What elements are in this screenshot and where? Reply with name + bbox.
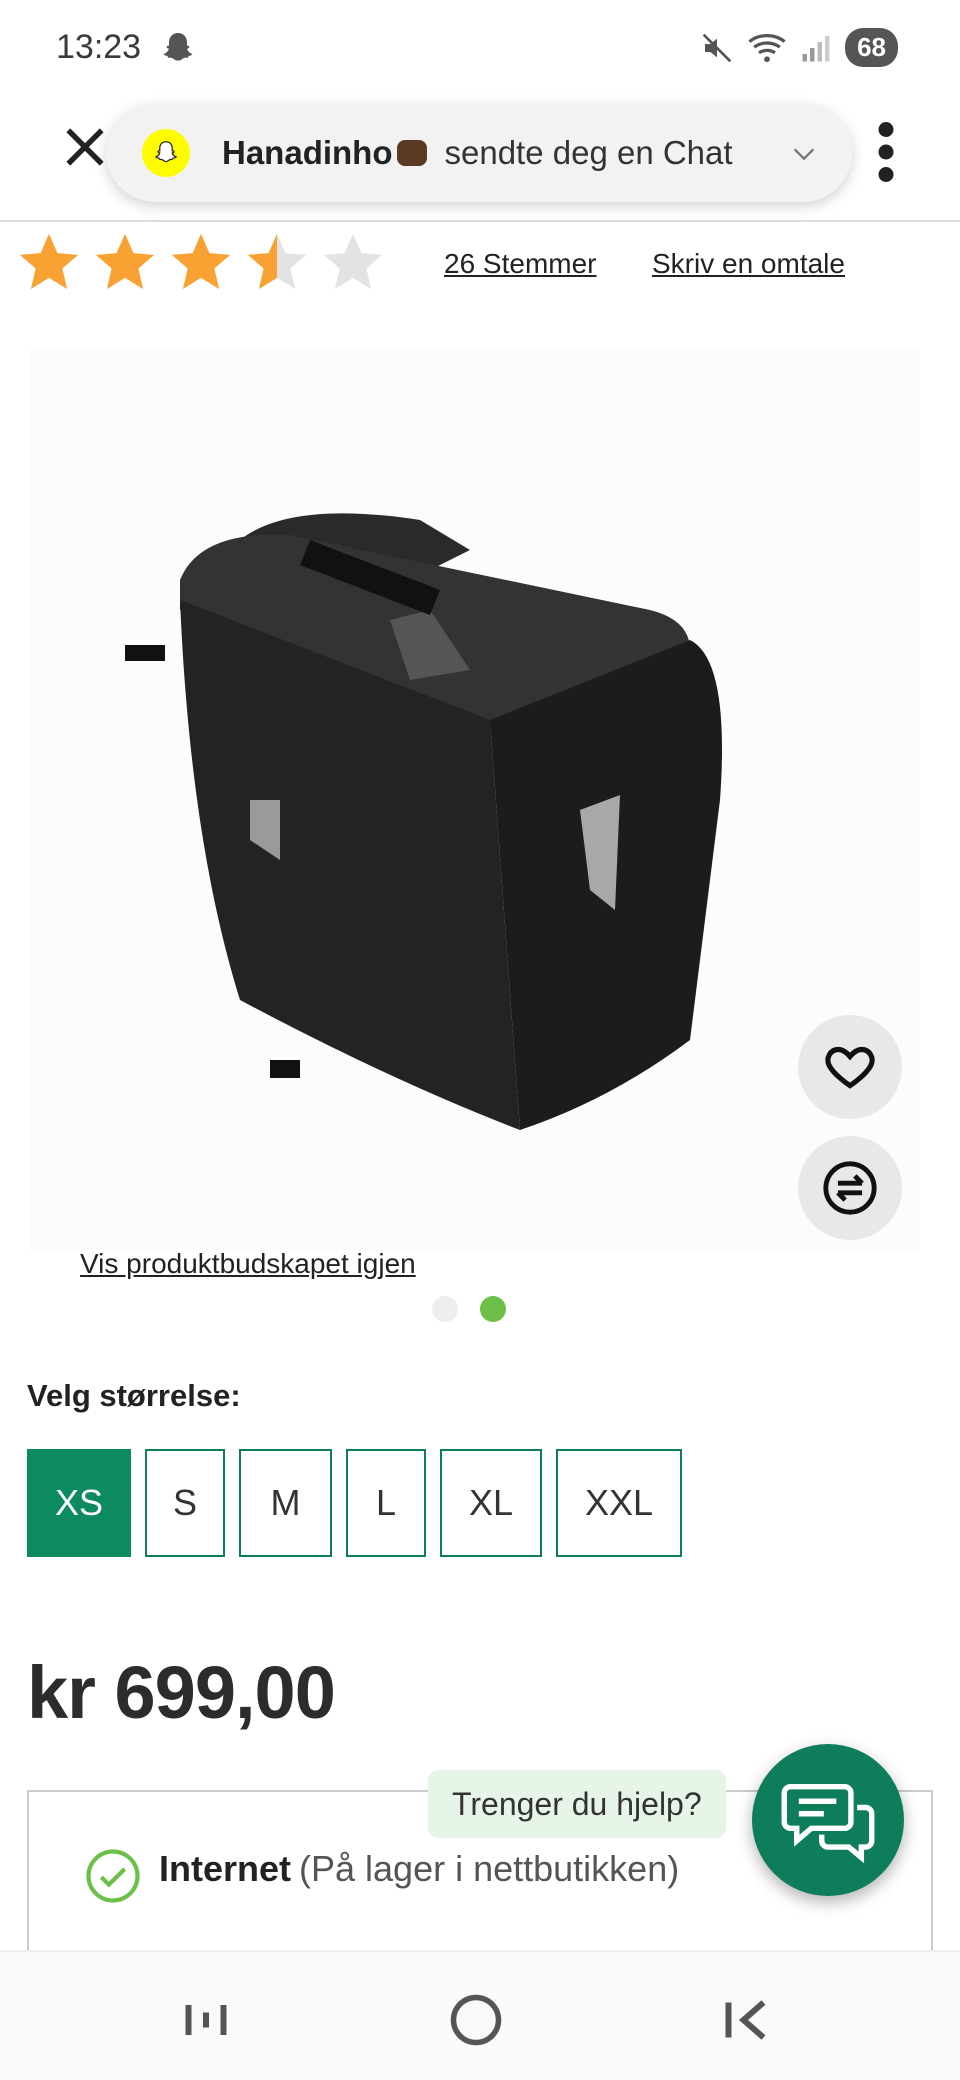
carousel-dots: [432, 1296, 506, 1322]
star-icon: [19, 233, 79, 289]
battery-indicator: 68: [845, 28, 898, 67]
rating-row: 26 Stemmer Skriv en omtale: [14, 228, 944, 300]
compare-button[interactable]: [798, 1136, 902, 1240]
size-option-xs[interactable]: XS: [27, 1449, 131, 1557]
chat-notification[interactable]: Hanadinho sendte deg en Chat: [106, 104, 852, 202]
favorite-button[interactable]: [798, 1015, 902, 1119]
star-rating: [14, 228, 388, 298]
system-nav-bar: [0, 1950, 960, 2080]
recent-apps-icon[interactable]: [176, 1990, 236, 2050]
size-option-l[interactable]: L: [346, 1449, 426, 1557]
write-review-link[interactable]: Skriv en omtale: [652, 248, 845, 280]
notification-sender: Hanadinho: [222, 134, 393, 171]
help-bubble[interactable]: Trenger du hjelp?: [428, 1770, 726, 1838]
carousel-dot[interactable]: [432, 1296, 458, 1322]
size-option-s[interactable]: S: [145, 1449, 225, 1557]
wifi-icon: [748, 33, 786, 62]
empty-star-icon: [323, 233, 383, 289]
fist-emoji-icon: [396, 140, 427, 166]
check-circle-icon: [86, 1849, 140, 1903]
product-price: kr 699,00: [27, 1651, 336, 1734]
size-label: Velg størrelse:: [27, 1378, 241, 1413]
back-icon[interactable]: [716, 1990, 776, 2050]
product-image: [125, 513, 722, 1130]
star-icon: [171, 233, 231, 289]
half-star-icon: [247, 233, 307, 289]
close-icon[interactable]: [60, 122, 110, 172]
chat-bubbles-icon: [781, 1783, 875, 1864]
stock-note: (På lager i nettbutikken): [299, 1848, 680, 1889]
notification-message: sendte deg en Chat: [444, 134, 733, 171]
carousel-dot-active[interactable]: [480, 1296, 506, 1322]
home-icon[interactable]: [446, 1990, 506, 2050]
stock-channel: Internet: [159, 1848, 292, 1889]
size-selector: XS S M L XL XXL: [27, 1449, 682, 1557]
compare-icon: [823, 1161, 877, 1215]
mute-icon: [702, 33, 732, 62]
chat-support-button[interactable]: [752, 1744, 904, 1896]
snapchat-logo-icon: [142, 129, 190, 177]
heart-icon: [825, 1046, 875, 1089]
votes-link[interactable]: 26 Stemmer: [444, 248, 597, 280]
size-option-xxl[interactable]: XXL: [556, 1449, 682, 1557]
signal-icon: [802, 35, 830, 61]
size-option-xl[interactable]: XL: [440, 1449, 542, 1557]
status-time: 13:23: [56, 28, 142, 66]
snapchat-ghost-icon: [163, 33, 193, 61]
more-menu-icon[interactable]: [874, 122, 898, 182]
size-option-m[interactable]: M: [239, 1449, 332, 1557]
status-bar: 13:23 68: [0, 0, 960, 92]
show-product-message-link[interactable]: Vis produktbudskapet igjen: [80, 1248, 416, 1280]
star-icon: [95, 233, 155, 289]
chevron-down-icon[interactable]: [790, 140, 818, 168]
product-image-carousel[interactable]: [30, 350, 920, 1250]
browser-toolbar: Hanadinho sendte deg en Chat: [0, 92, 960, 222]
